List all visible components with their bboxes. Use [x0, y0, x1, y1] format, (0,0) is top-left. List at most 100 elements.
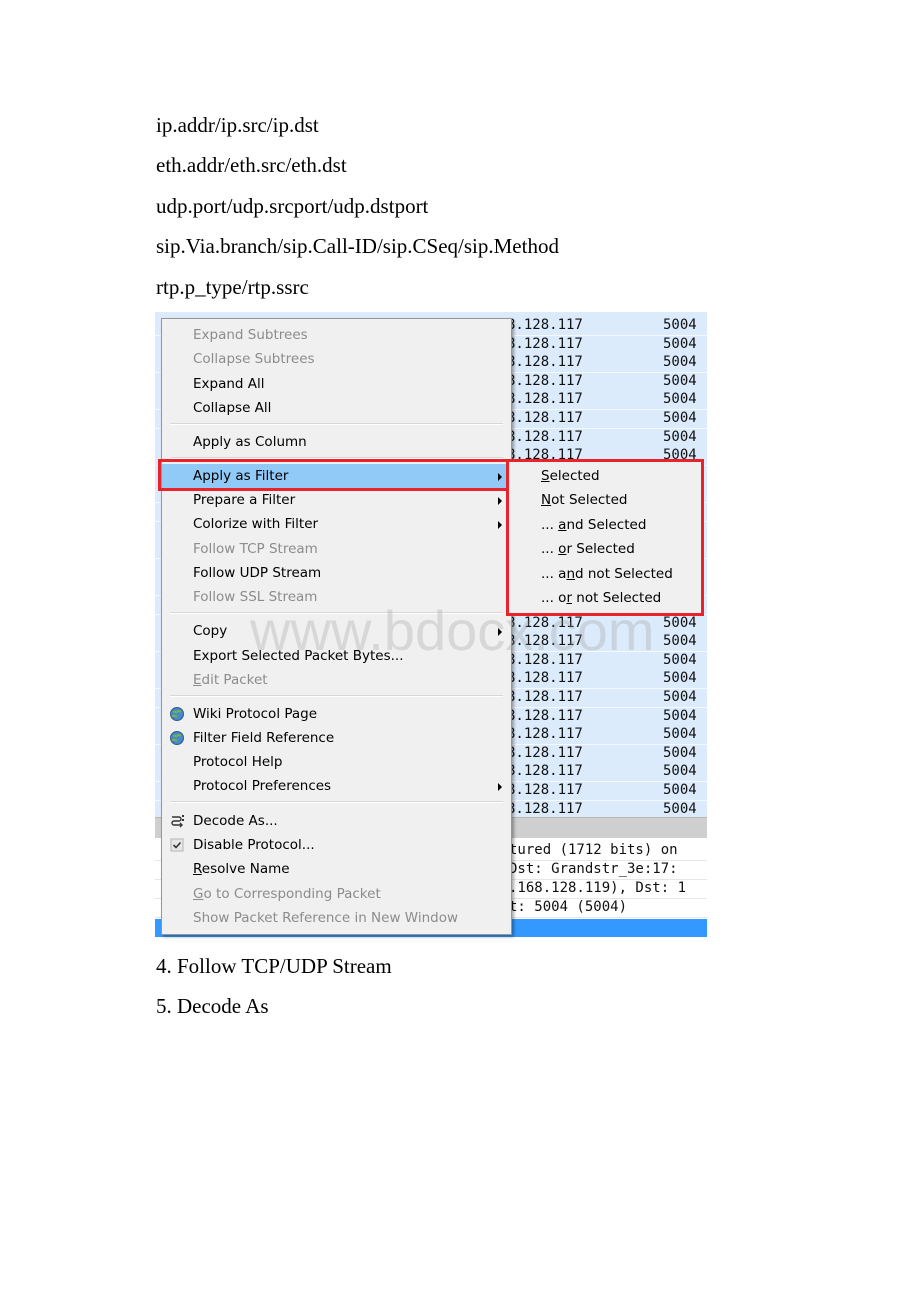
- menu-item-label: Resolve Name: [193, 861, 290, 877]
- menu-item-prepare-a-filter[interactable]: Prepare a Filter: [162, 488, 511, 512]
- menu-item-follow-ssl-stream[interactable]: Follow SSL Stream: [162, 585, 511, 609]
- menu-item-label: Filter Field Reference: [193, 730, 335, 746]
- menu-separator: [170, 695, 503, 697]
- doc-line-eth: eth.addr/eth.src/eth.dst: [156, 153, 347, 177]
- packet-dst-address: 8.128.117: [507, 447, 583, 464]
- submenu-arrow-icon: [498, 628, 502, 636]
- menu-item-label: Protocol Help: [193, 754, 283, 770]
- packet-dst-address: 8.128.117: [507, 354, 583, 371]
- menu-separator: [170, 612, 503, 614]
- submenu-arrow-icon: [498, 521, 502, 529]
- menu-item-follow-udp-stream[interactable]: Follow UDP Stream: [162, 561, 511, 585]
- menu-item-label: Collapse Subtrees: [193, 351, 315, 367]
- doc-line-ip: ip.addr/ip.src/ip.dst: [156, 113, 319, 137]
- submenu-item-label: Not Selected: [541, 492, 628, 509]
- menu-item-follow-tcp-stream[interactable]: Follow TCP Stream: [162, 537, 511, 561]
- packet-dst-address: 8.128.117: [507, 763, 583, 780]
- menu-item-collapse-all[interactable]: Collapse All: [162, 396, 511, 420]
- menu-item-protocol-help[interactable]: Protocol Help: [162, 750, 511, 774]
- packet-dst-address: 8.128.117: [507, 651, 583, 668]
- menu-item-label: Apply as Column: [193, 434, 307, 450]
- packet-dst-address: 8.128.117: [507, 372, 583, 389]
- menu-item-colorize-with-filter[interactable]: Colorize with Filter: [162, 512, 511, 536]
- packet-dst-port: 5004: [663, 800, 697, 817]
- packet-dst-port: 5004: [663, 410, 697, 426]
- submenu-item-selected[interactable]: Selected: [509, 464, 703, 488]
- menu-item-label: Follow UDP Stream: [193, 565, 322, 581]
- submenu-arrow-icon: [498, 783, 502, 791]
- context-menu: Expand Subtrees Collapse Subtrees Expand A…: [161, 318, 512, 935]
- submenu-item-and-selected[interactable]: ... and Selected: [509, 513, 703, 537]
- packet-dst-address: 8.128.117: [507, 633, 583, 650]
- menu-separator: [170, 457, 503, 459]
- doc-heading-decode-as: 5. Decode As: [156, 994, 269, 1018]
- submenu-item-label: ... and Selected: [541, 516, 647, 533]
- submenu-item-label: ... or not Selected: [541, 590, 662, 606]
- menu-item-expand-subtrees[interactable]: Expand Subtrees: [162, 323, 511, 347]
- menu-item-resolve-name[interactable]: Resolve Name: [162, 857, 511, 881]
- packet-dst-port: 5004: [663, 317, 697, 333]
- packet-dst-address: 8.128.117: [507, 689, 583, 705]
- submenu-item-or-not-selected[interactable]: ... or not Selected: [509, 586, 703, 610]
- packet-dst-port: 5004: [663, 782, 697, 798]
- packet-dst-address: 8.128.117: [507, 410, 583, 426]
- menu-item-apply-as-column[interactable]: Apply as Column: [162, 430, 511, 454]
- packet-dst-port: 5004: [663, 614, 697, 631]
- packet-dst-port: 5004: [663, 428, 697, 445]
- packet-dst-port: 5004: [663, 354, 697, 371]
- packet-dst-address: 8.128.117: [507, 726, 583, 743]
- doc-line-sip: sip.Via.branch/sip.Call-ID/sip.CSeq/sip.…: [156, 234, 559, 258]
- menu-item-expand-all[interactable]: Expand All: [162, 372, 511, 396]
- packet-dst-address: 8.128.117: [507, 782, 583, 798]
- doc-line-udp: udp.port/udp.srcport/udp.dstport: [156, 194, 429, 218]
- menu-item-go-to-corresponding-packet[interactable]: Go to Corresponding Packet: [162, 882, 511, 906]
- packet-dst-port: 5004: [663, 689, 697, 705]
- menu-item-label: Wiki Protocol Page: [193, 706, 318, 722]
- menu-item-label: Apply as Filter: [193, 468, 289, 484]
- packet-dst-port: 5004: [663, 447, 697, 464]
- menu-item-export-selected-packet-bytes[interactable]: Export Selected Packet Bytes...: [162, 644, 511, 668]
- menu-item-disable-protocol[interactable]: Disable Protocol...: [162, 833, 511, 857]
- menu-item-edit-packet[interactable]: Edit Packet: [162, 668, 511, 692]
- menu-item-label: Expand All: [193, 376, 265, 392]
- packet-dst-address: 8.128.117: [507, 744, 583, 761]
- packet-dst-address: 8.128.117: [507, 670, 583, 687]
- menu-item-filter-field-reference[interactable]: Filter Field Reference: [162, 726, 511, 750]
- packet-dst-port: 5004: [663, 372, 697, 389]
- submenu-arrow-icon: [498, 497, 502, 505]
- submenu-item-and-not-selected[interactable]: ... and not Selected: [509, 562, 703, 586]
- globe-icon: [169, 706, 185, 722]
- packet-dst-port: 5004: [663, 707, 697, 724]
- packet-dst-port: 5004: [663, 651, 697, 668]
- submenu-item-label: ... or Selected: [541, 541, 635, 558]
- submenu-item-or-selected[interactable]: ... or Selected: [509, 537, 703, 561]
- submenu-item-not-selected[interactable]: Not Selected: [509, 488, 703, 512]
- menu-item-wiki-protocol-page[interactable]: Wiki Protocol Page: [162, 702, 511, 726]
- menu-item-label: Follow SSL Stream: [193, 589, 318, 605]
- menu-item-collapse-subtrees[interactable]: Collapse Subtrees: [162, 347, 511, 371]
- menu-item-apply-as-filter[interactable]: Apply as Filter: [162, 464, 511, 488]
- packet-dst-port: 5004: [663, 335, 697, 352]
- packet-dst-port: 5004: [663, 670, 697, 687]
- menu-item-show-packet-reference-in-new-window[interactable]: Show Packet Reference in New Window: [162, 906, 511, 930]
- menu-item-decode-as[interactable]: Decode As...: [162, 809, 511, 833]
- menu-item-label: Disable Protocol...: [193, 837, 315, 853]
- menu-item-label: Go to Corresponding Packet: [193, 886, 381, 902]
- menu-item-label: Collapse All: [193, 400, 272, 416]
- packet-dst-address: 8.128.117: [507, 800, 583, 817]
- menu-item-label: Show Packet Reference in New Window: [193, 910, 459, 926]
- packet-dst-port: 5004: [663, 633, 697, 650]
- checkbox-icon: [169, 837, 185, 853]
- menu-item-copy[interactable]: Copy: [162, 619, 511, 643]
- doc-line-rtp: rtp.p_type/rtp.ssrc: [156, 275, 309, 299]
- packet-row-partial: [155, 312, 707, 316]
- submenu-item-label: Selected: [541, 468, 600, 484]
- menu-item-label: Export Selected Packet Bytes...: [193, 648, 404, 664]
- menu-item-protocol-preferences[interactable]: Protocol Preferences: [162, 774, 511, 798]
- packet-dst-address: 8.128.117: [507, 428, 583, 445]
- menu-item-label: Expand Subtrees: [193, 327, 308, 343]
- packet-dst-port: 5004: [663, 391, 697, 408]
- packet-dst-port: 5004: [663, 763, 697, 780]
- packet-dst-address: 8.128.117: [507, 391, 583, 408]
- packet-dst-address: 8.128.117: [507, 707, 583, 724]
